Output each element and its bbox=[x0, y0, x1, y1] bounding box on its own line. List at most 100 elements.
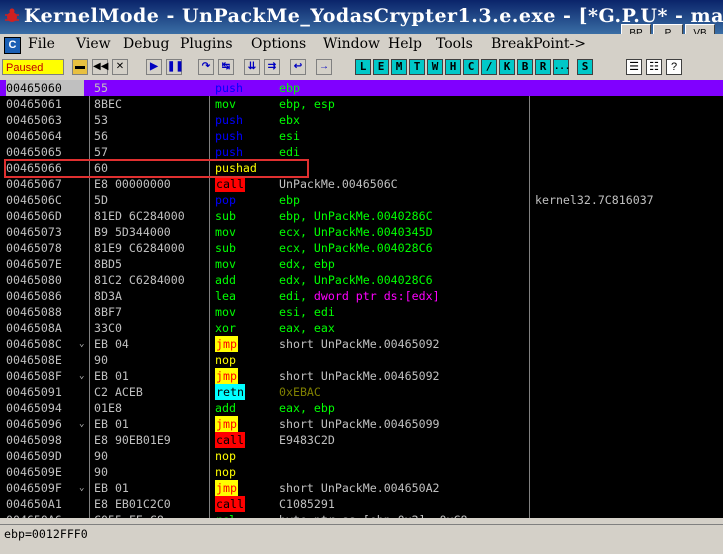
menu-view[interactable]: View bbox=[76, 36, 111, 52]
cpu-window-icon[interactable]: C bbox=[4, 37, 21, 54]
operand-cell: esi, edi bbox=[279, 305, 335, 319]
operand-cell: UnPackMe.0046506C bbox=[279, 177, 398, 191]
disasm-row[interactable]: 0046509D 90 nop bbox=[0, 448, 723, 464]
disasm-row[interactable]: 0046506C 5D pop ebp kernel32.7C816037 bbox=[0, 192, 723, 208]
mnemonic-cell: jmp bbox=[215, 480, 238, 496]
help-icon[interactable]: ? bbox=[666, 59, 682, 75]
address-cell: 0046506C bbox=[6, 193, 62, 207]
modules-button[interactable]: E bbox=[373, 59, 389, 75]
step-into-icon[interactable]: ↷ bbox=[198, 59, 214, 75]
handles-button[interactable]: H bbox=[445, 59, 461, 75]
disassembly-pane[interactable]: 00465060 55 push ebp 00465061 8BEC mov ebp, esp… bbox=[0, 80, 723, 524]
title-bar: KernelMode - UnPackMe_YodasCrypter1.3.e.… bbox=[0, 0, 723, 44]
disasm-row[interactable]: 0046509F ⌄ EB 01 jmp short UnPackMe.004650A2 bbox=[0, 480, 723, 496]
address-cell: 0046508E bbox=[6, 353, 62, 367]
cpu-button[interactable]: C bbox=[463, 59, 479, 75]
mnemonic-cell: retn bbox=[215, 384, 245, 400]
hex-cell: 33C0 bbox=[94, 321, 122, 335]
disasm-row[interactable]: 0046507E 8BD5 mov edx, ebp bbox=[0, 256, 723, 272]
disasm-row[interactable]: 00465067 E8 00000000 call UnPackMe.0046506C bbox=[0, 176, 723, 192]
disasm-row[interactable]: 00465086 8D3A lea edi, dword ptr ds:[edx] bbox=[0, 288, 723, 304]
close-icon[interactable]: ✕ bbox=[112, 59, 128, 75]
menu-breakpoint[interactable]: BreakPoint-> bbox=[491, 36, 586, 52]
info-pane: ebp=0012FFF0 bbox=[0, 524, 723, 554]
trace-into-icon[interactable]: ⇊ bbox=[244, 59, 260, 75]
disasm-row[interactable]: 0046508F ⌄ EB 01 jmp short UnPackMe.00465092 bbox=[0, 368, 723, 384]
run-trace-button[interactable]: ... bbox=[553, 59, 570, 75]
disasm-row[interactable]: 00465091 C2 ACEB retn 0xEBAC bbox=[0, 384, 723, 400]
disasm-row[interactable]: 0046508E 90 nop bbox=[0, 352, 723, 368]
disasm-row[interactable]: 00465094 01E8 add eax, ebp bbox=[0, 400, 723, 416]
disasm-row[interactable]: 00465073 B9 5D344000 mov ecx, UnPackMe.0040… bbox=[0, 224, 723, 240]
disasm-row[interactable]: 00465080 81C2 C6284000 add edx, UnPackMe.00… bbox=[0, 272, 723, 288]
mnemonic-cell: add bbox=[215, 401, 236, 415]
address-cell: 0046509D bbox=[6, 449, 62, 463]
address-cell: 0046508A bbox=[6, 321, 62, 335]
mnemonic-cell: add bbox=[215, 273, 236, 287]
log-button[interactable]: L bbox=[355, 59, 371, 75]
go-to-icon[interactable]: → bbox=[316, 59, 332, 75]
disasm-row[interactable]: 00465098 E8 90EB01E9 call E9483C2D bbox=[0, 432, 723, 448]
menu-bar: C File View Debug Plugins Options Window… bbox=[0, 34, 723, 56]
disasm-row[interactable]: 00465061 8BEC mov ebp, esp bbox=[0, 96, 723, 112]
trace-over-icon[interactable]: ⇉ bbox=[264, 59, 280, 75]
call-stack-button[interactable]: K bbox=[499, 59, 515, 75]
references-button[interactable]: R bbox=[535, 59, 551, 75]
mnemonic-cell: nop bbox=[215, 353, 236, 367]
breakpoints-button[interactable]: B bbox=[517, 59, 533, 75]
open-icon[interactable]: ▬ bbox=[72, 59, 88, 75]
disasm-row[interactable]: 0046508C ⌄ EB 04 jmp short UnPackMe.00465092 bbox=[0, 336, 723, 352]
windows-button[interactable]: W bbox=[427, 59, 443, 75]
patches-button[interactable]: / bbox=[481, 59, 497, 75]
menu-tools[interactable]: Tools bbox=[436, 36, 473, 52]
operand-cell: edi, dword ptr ds:[edx] bbox=[279, 289, 440, 303]
hex-cell: 8D3A bbox=[94, 289, 122, 303]
execute-till-return-icon[interactable]: ↩ bbox=[290, 59, 306, 75]
pause-icon[interactable]: ❚❚ bbox=[166, 59, 184, 75]
operand-cell: ecx, UnPackMe.0040345D bbox=[279, 225, 433, 239]
mnemonic-cell: push bbox=[215, 129, 243, 143]
list-icon[interactable]: ☰ bbox=[626, 59, 642, 75]
disasm-row[interactable]: 0046509E 90 nop bbox=[0, 464, 723, 480]
menu-plugins[interactable]: Plugins bbox=[180, 36, 233, 52]
operand-cell: eax, ebp bbox=[279, 401, 335, 415]
operand-cell: ebx bbox=[279, 113, 300, 127]
hex-cell: 81E9 C6284000 bbox=[94, 241, 185, 255]
disasm-row[interactable]: 0046508A 33C0 xor eax, eax bbox=[0, 320, 723, 336]
disasm-row[interactable]: 00465065 57 push edi bbox=[0, 144, 723, 160]
menu-window[interactable]: Window bbox=[323, 36, 380, 52]
menu-debug[interactable]: Debug bbox=[123, 36, 169, 52]
mnemonic-cell: nop bbox=[215, 449, 236, 463]
menu-help[interactable]: Help bbox=[388, 36, 422, 52]
mnemonic-cell: pop bbox=[215, 193, 236, 207]
run-icon[interactable]: ▶ bbox=[146, 59, 162, 75]
disasm-row[interactable]: 00465088 8BF7 mov esi, edi bbox=[0, 304, 723, 320]
step-over-icon[interactable]: ↹ bbox=[218, 59, 234, 75]
toolbar: Paused ▬ ◀◀ ✕ ▶ ❚❚ ↷ ↹ ⇊ ⇉ ↩ → L E M T W… bbox=[0, 56, 723, 81]
threads-button[interactable]: T bbox=[409, 59, 425, 75]
disasm-row[interactable]: 00465060 55 push ebp bbox=[0, 80, 723, 96]
memory-button[interactable]: M bbox=[391, 59, 407, 75]
menu-file[interactable]: File bbox=[28, 36, 55, 52]
disasm-row[interactable]: 00465078 81E9 C6284000 sub ecx, UnPackMe.00… bbox=[0, 240, 723, 256]
options-icon[interactable]: ☷ bbox=[646, 59, 662, 75]
mnemonic-cell: push bbox=[215, 81, 243, 95]
menu-options[interactable]: Options bbox=[251, 36, 306, 52]
disasm-row[interactable]: 00465096 ⌄ EB 01 jmp short UnPackMe.00465099 bbox=[0, 416, 723, 432]
mnemonic-cell: sub bbox=[215, 209, 236, 223]
jump-arrow-icon: ⌄ bbox=[79, 339, 85, 349]
mnemonic-cell: mov bbox=[215, 305, 236, 319]
operand-cell: short UnPackMe.00465092 bbox=[279, 337, 440, 351]
address-cell: 00465065 bbox=[6, 145, 62, 159]
disasm-row[interactable]: 004650A1 E8 EB01C2C0 call C1085291 bbox=[0, 496, 723, 512]
disasm-row[interactable]: 00465063 53 push ebx bbox=[0, 112, 723, 128]
rewind-icon[interactable]: ◀◀ bbox=[92, 59, 108, 75]
hex-cell: 81ED 6C284000 bbox=[94, 209, 185, 223]
source-button[interactable]: S bbox=[577, 59, 593, 75]
hex-cell: 90 bbox=[94, 465, 108, 479]
address-cell: 0046507E bbox=[6, 257, 62, 271]
disasm-row[interactable]: 00465064 56 push esi bbox=[0, 128, 723, 144]
mnemonic-cell: mov bbox=[215, 225, 236, 239]
mnemonic-cell: jmp bbox=[215, 416, 238, 432]
disasm-row[interactable]: 0046506D 81ED 6C284000 sub ebp, UnPackMe.00… bbox=[0, 208, 723, 224]
